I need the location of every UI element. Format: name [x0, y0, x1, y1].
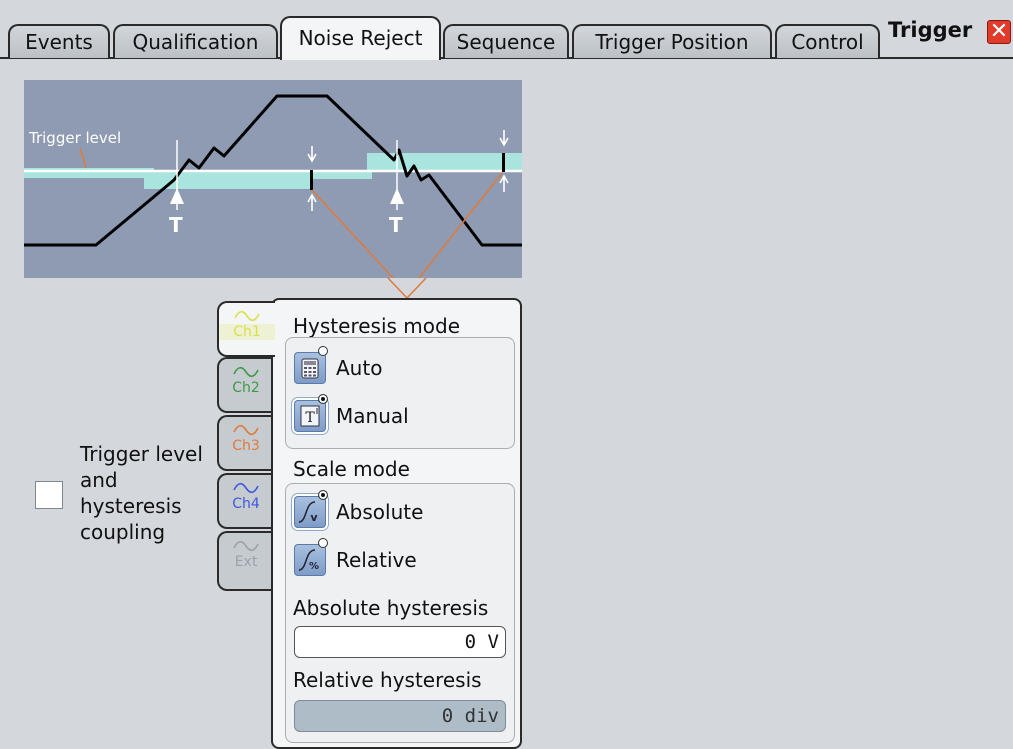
hysteresis-settings-panel: Hysteresis mode Auto T Manual Scale mode…: [271, 298, 522, 749]
hysteresis-illustration: [24, 94, 522, 278]
radio-indicator: [318, 346, 328, 356]
channel-label: Ch4: [232, 496, 260, 512]
tab-events[interactable]: Events: [8, 24, 110, 58]
trigger-level-label: Trigger level: [29, 129, 122, 147]
hysteresis-manual-label: Manual: [336, 404, 409, 428]
scale-mode-title: Scale mode: [293, 457, 410, 481]
calculator-icon: [294, 352, 326, 384]
close-icon[interactable]: ✕: [987, 20, 1011, 44]
hysteresis-band-left: [24, 168, 154, 178]
sine-wave-icon: [233, 366, 259, 378]
absolute-hysteresis-input[interactable]: 0 V: [294, 626, 506, 658]
window-title: Trigger: [888, 18, 973, 42]
svg-text:%: %: [309, 561, 319, 572]
coupling-label: Trigger level and hysteresis coupling: [80, 442, 203, 544]
sine-wave-icon: [234, 310, 260, 322]
relative-hysteresis-label: Relative hysteresis: [293, 668, 482, 692]
manual-t-icon: T: [294, 400, 326, 432]
arrow-down-1: [307, 146, 317, 163]
sine-wave-icon: [233, 482, 259, 494]
hysteresis-mode-group: Auto T Manual: [285, 337, 515, 449]
pointer-line-2: [417, 172, 503, 278]
absolute-scale-icon: v: [294, 496, 326, 528]
hysteresis-mode-title: Hysteresis mode: [293, 314, 461, 338]
arrow-down-2: [499, 130, 509, 147]
scale-absolute-label: Absolute: [336, 500, 424, 524]
pointer-line-extension: [387, 278, 427, 298]
channel-tab-ch1[interactable]: Ch1: [217, 301, 275, 357]
radio-indicator: [318, 538, 328, 548]
sine-wave-icon: [233, 540, 259, 552]
channel-label: Ch1: [219, 324, 275, 340]
relative-scale-icon: %: [294, 544, 326, 576]
channel-tab-ext[interactable]: Ext: [217, 531, 273, 591]
tick-mark-2: [502, 153, 505, 172]
tab-qualification[interactable]: Qualification: [113, 24, 278, 58]
channel-label: Ch3: [232, 438, 260, 454]
tick-mark-1: [310, 170, 313, 190]
noise-reject-diagram: Trigger level T T: [24, 80, 522, 278]
trigger-marker-label-1: T: [169, 213, 183, 237]
channel-tab-ch4[interactable]: Ch4: [217, 473, 273, 529]
sine-wave-icon: [233, 424, 259, 436]
radio-indicator-selected: [318, 394, 328, 404]
svg-text:T: T: [305, 410, 315, 426]
coupling-checkbox[interactable]: [35, 481, 63, 509]
trigger-level-pointer: [79, 147, 87, 169]
trigger-marker-label-2: T: [389, 213, 403, 237]
absolute-hysteresis-label: Absolute hysteresis: [293, 596, 489, 620]
tab-sequence[interactable]: Sequence: [443, 24, 569, 58]
tab-bar: Events Qualification Noise Reject Sequen…: [0, 0, 1013, 60]
relative-hysteresis-input[interactable]: 0 div: [294, 700, 506, 732]
arrow-up-1: [307, 193, 317, 211]
scale-relative-label: Relative: [336, 548, 417, 572]
channel-tab-ch2[interactable]: Ch2: [217, 357, 273, 413]
channel-label: Ch2: [232, 380, 260, 396]
svg-text:v: v: [310, 511, 318, 524]
trigger-marker-arrow-1: [170, 188, 184, 204]
trigger-marker-arrow-2: [390, 188, 404, 204]
tab-control[interactable]: Control: [775, 24, 880, 58]
channel-label: Ext: [234, 554, 258, 570]
tab-noise-reject[interactable]: Noise Reject: [280, 16, 441, 60]
hysteresis-auto-label: Auto: [336, 356, 383, 380]
tab-trigger-position[interactable]: Trigger Position: [572, 24, 772, 58]
channel-tab-ch3[interactable]: Ch3: [217, 415, 273, 471]
hysteresis-band-low: [144, 170, 312, 189]
radio-indicator-selected: [318, 490, 328, 500]
arrow-up-2: [499, 174, 509, 192]
